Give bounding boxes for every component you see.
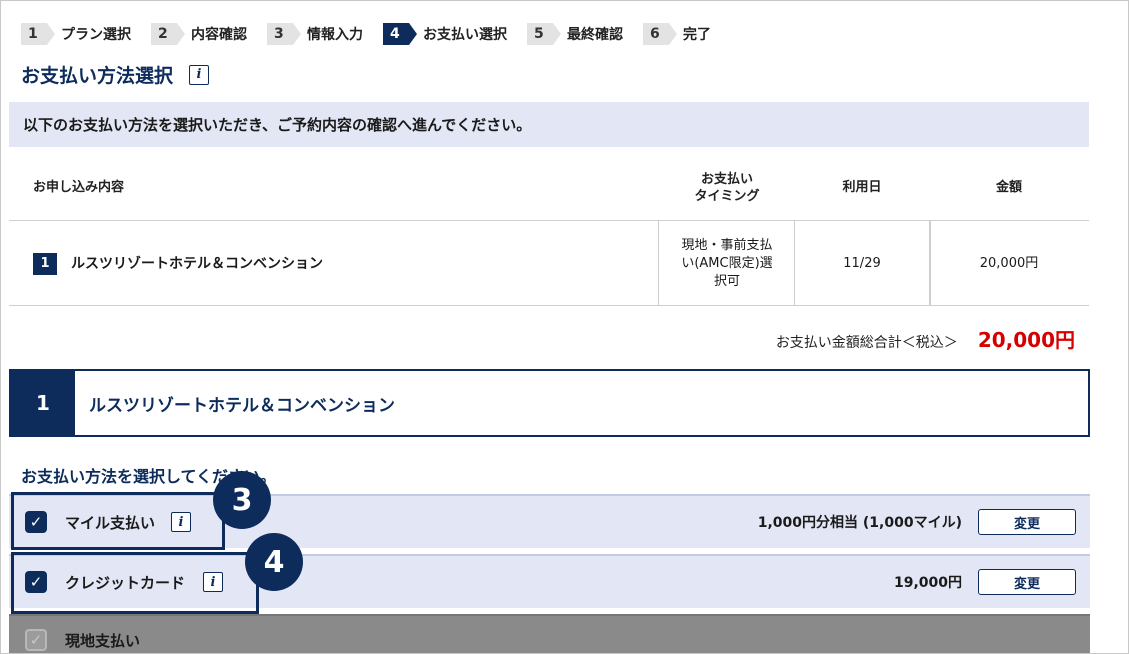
step-number: 5 [527, 23, 561, 45]
checkbox-disabled[interactable]: ✓ [25, 629, 47, 651]
payment-right: 19,000円 変更 [894, 556, 1076, 608]
step-1: 1 プラン選択 [21, 23, 131, 45]
payment-option-credit-card: ✓ クレジットカード i 19,000円 変更 [9, 554, 1090, 608]
step-indicator: 1 プラン選択 2 内容確認 3 情報入力 4 お支払い選択 5 最終確認 6 … [21, 23, 731, 45]
step-number: 1 [21, 23, 55, 45]
hotel-number-badge: 1 [11, 371, 75, 435]
step-label: プラン選択 [61, 27, 131, 43]
table-row: 1 ルスツリゾートホテル＆コンベンション 現地・事前支払 い(AMC限定)選 択… [9, 221, 1089, 306]
payment-label: 現地支払い [65, 631, 141, 650]
step-label: お支払い選択 [423, 27, 507, 43]
row-amount: 20,000円 [979, 255, 1039, 271]
header-date: 利用日 [842, 180, 882, 195]
table-header: お申し込み内容 お支払い タイミング 利用日 金額 [9, 151, 1089, 221]
row-timing-line2: い(AMC限定)選 [681, 255, 773, 271]
checkbox-checked[interactable]: ✓ [25, 571, 47, 593]
payment-amount: 19,000円 [893, 575, 962, 591]
header-timing-line2: タイミング [694, 189, 760, 204]
change-button[interactable]: 変更 [978, 569, 1076, 595]
payment-amount: 1,000円分相当 (1,000マイル) [757, 515, 962, 531]
grand-total: お支払い金額総合計＜税込＞ 20,000円 [776, 324, 1075, 353]
row-timing-line1: 現地・事前支払 [681, 237, 773, 253]
row-timing-line3: 択可 [713, 273, 740, 289]
step-4-current: 4 お支払い選択 [383, 23, 507, 45]
step-label: 情報入力 [307, 27, 363, 43]
info-icon[interactable]: i [203, 572, 224, 592]
order-summary-table: お申し込み内容 お支払い タイミング 利用日 金額 1 ルスツリゾートホテル＆コ… [9, 151, 1089, 306]
hotel-section-header: 1 ルスツリゾートホテル＆コンベンション [9, 369, 1090, 437]
step-5: 5 最終確認 [527, 23, 623, 45]
info-icon[interactable]: i [171, 512, 192, 532]
step-2: 2 内容確認 [151, 23, 247, 45]
callout-badge: 3 [213, 471, 271, 529]
step-6: 6 完了 [643, 23, 711, 45]
payment-right: 1,000円分相当 (1,000マイル) 変更 [758, 496, 1076, 548]
step-number: 2 [151, 23, 185, 45]
header-content: お申し込み内容 [33, 180, 125, 195]
instruction-text: 以下のお支払い方法を選択いただき、ご予約内容の確認へ進んでください。 [23, 116, 532, 134]
grand-total-amount: 20,000円 [977, 328, 1075, 352]
payment-label: クレジットカード [65, 573, 186, 592]
header-amount: 金額 [995, 180, 1022, 195]
grand-total-label: お支払い金額総合計＜税込＞ [775, 335, 958, 351]
step-number: 6 [643, 23, 677, 45]
step-label: 内容確認 [191, 27, 247, 43]
payment-label: マイル支払い [65, 513, 156, 532]
row-number-badge: 1 [33, 252, 57, 275]
step-label: 最終確認 [567, 27, 623, 43]
info-icon[interactable]: i [189, 64, 210, 85]
row-item-name: ルスツリゾートホテル＆コンベンション [71, 255, 323, 272]
header-timing: お支払い タイミング [659, 171, 795, 205]
hotel-name: ルスツリゾートホテル＆コンベンション [89, 395, 395, 416]
row-content: 1 ルスツリゾートホテル＆コンベンション [33, 221, 653, 306]
page-frame: 1 プラン選択 2 内容確認 3 情報入力 4 お支払い選択 5 最終確認 6 … [0, 0, 1129, 654]
page-title-text: お支払い方法選択 [21, 65, 174, 87]
step-label: 完了 [683, 27, 711, 43]
page-title: お支払い方法選択 i [21, 61, 210, 88]
header-timing-line1: お支払い [700, 172, 753, 187]
step-3: 3 情報入力 [267, 23, 363, 45]
instruction-banner: 以下のお支払い方法を選択いただき、ご予約内容の確認へ進んでください。 [9, 102, 1089, 147]
row-timing: 現地・事前支払 い(AMC限定)選 択可 [659, 221, 795, 306]
step-number: 3 [267, 23, 301, 45]
change-button[interactable]: 変更 [978, 509, 1076, 535]
payment-option-onsite: ✓ 現地支払い [9, 614, 1090, 653]
callout-badge: 4 [245, 533, 303, 591]
payment-option-miles: ✓ マイル支払い i 1,000円分相当 (1,000マイル) 変更 [9, 494, 1090, 548]
step-number: 4 [383, 23, 417, 45]
row-date: 11/29 [843, 255, 881, 271]
checkbox-checked[interactable]: ✓ [25, 511, 47, 533]
